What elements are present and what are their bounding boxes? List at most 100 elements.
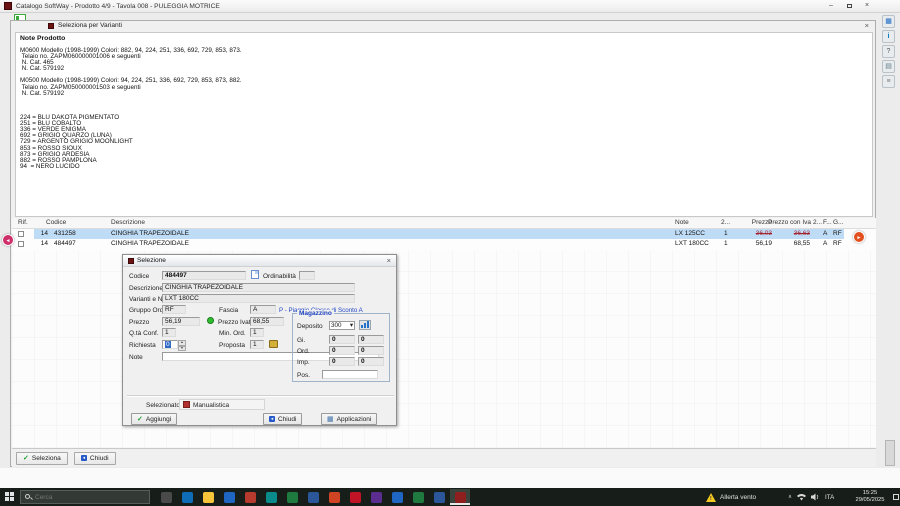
dialog-title: Selezione (137, 257, 166, 264)
applicazioni-label: Applicazioni (337, 416, 372, 423)
desktop-strip: Carlo Vincetti (0, 468, 900, 488)
taskbar-app-icon[interactable] (345, 489, 365, 505)
chevron-up-icon[interactable]: ∧ (788, 494, 792, 500)
prev-arrow-button[interactable]: ◄ (2, 234, 14, 246)
row-checkbox[interactable] (18, 241, 24, 247)
descrizione-field: CINGHIA TRAPEZOIDALE (162, 283, 355, 292)
cell-descrizione: CINGHIA TRAPEZOIDALE (111, 239, 189, 249)
taskbar-app-icons (156, 489, 470, 505)
app-title: Catalogo SoftWay - Prodotto 4/9 - Tavola… (16, 3, 220, 10)
taskbar-app-icon[interactable] (387, 489, 407, 505)
manualistica-label: Manualistica (193, 402, 229, 409)
dialog-chiudi-button[interactable]: ◄ Chiudi (263, 413, 302, 425)
col-codice[interactable]: Codice (46, 218, 66, 228)
col-prezzo[interactable]: Prezzo (730, 218, 772, 228)
richiesta-stepper[interactable]: ▲ ▼ (178, 340, 186, 349)
richiesta-field[interactable]: 0 (162, 340, 178, 349)
table-row[interactable]: 14 431258 CINGHIA TRAPEZOIDALE LX 125CC … (12, 229, 876, 239)
col-s[interactable]: 2... (813, 218, 822, 228)
info-icon[interactable]: i (882, 30, 895, 43)
next-arrow-button[interactable]: ► (853, 231, 865, 243)
taskbar-app-icon[interactable] (198, 489, 218, 505)
variant-window-close-icon[interactable]: × (865, 21, 869, 30)
list-icon[interactable]: ▤ (882, 60, 895, 73)
variant-window-titlebar: Seleziona per Varianti × (11, 21, 875, 32)
wifi-icon[interactable] (797, 493, 806, 501)
chevron-down-icon: ▾ (350, 322, 353, 329)
check-icon: ✓ (23, 454, 29, 462)
table-header: Rif. Codice Descrizione Note 2... Prezzo… (12, 218, 876, 229)
col-g[interactable]: G... (833, 218, 843, 228)
qta-conf-field: 1 (162, 328, 176, 337)
col-descrizione[interactable]: Descrizione (111, 218, 145, 228)
fascia-label: Fascia (219, 307, 238, 314)
prezzo-ivato-label: Prezzo Ivato (218, 319, 254, 326)
taskbar-search[interactable] (20, 490, 150, 504)
chart-icon[interactable] (359, 320, 371, 330)
col-note[interactable]: Note (675, 218, 689, 228)
cell-g: RF (833, 229, 842, 239)
ordinabilita-field[interactable] (299, 271, 315, 280)
taskbar-app-icon[interactable] (156, 489, 176, 505)
cell-f: A (823, 239, 827, 249)
col-f[interactable]: F... (823, 218, 832, 228)
taskbar-app-icon[interactable] (261, 489, 281, 505)
taskbar-app-icon[interactable] (303, 489, 323, 505)
weather-widget[interactable]: ! Allerta vento (706, 488, 756, 506)
menu-icon[interactable]: ≡ (882, 75, 895, 88)
deposito-label: Deposito (297, 323, 323, 330)
volume-icon[interactable] (811, 493, 820, 501)
taskbar-app-icon[interactable] (177, 489, 197, 505)
codice-field: 484497 (162, 271, 246, 280)
taskbar-app-icon[interactable] (429, 489, 449, 505)
chiudi-button[interactable]: ◄ Chiudi (74, 452, 116, 465)
help-icon[interactable]: ? (882, 45, 895, 58)
pos-field[interactable] (322, 370, 378, 379)
purse-icon[interactable] (269, 340, 278, 348)
row-checkbox[interactable] (18, 231, 24, 237)
gruppo-field: RF (162, 305, 186, 314)
taskbar-app-icon-active[interactable] (450, 489, 470, 505)
cell-rif: 14 (26, 229, 48, 239)
document-icon-fold (255, 271, 258, 274)
taskbar-clock[interactable]: 15:25 29/05/2025 (849, 490, 891, 504)
minimize-button[interactable]: – (826, 1, 836, 11)
taskbar-app-icon[interactable] (282, 489, 302, 505)
taskbar-app-icon[interactable] (219, 489, 239, 505)
applicazioni-button[interactable]: ▦ Applicazioni (321, 413, 377, 425)
scrollbar-thumb[interactable] (885, 440, 895, 466)
chart-bar (367, 321, 369, 328)
maximize-button[interactable] (844, 1, 854, 11)
taskbar-app-icon[interactable] (366, 489, 386, 505)
grid-icon[interactable]: ▦ (882, 15, 895, 28)
varianti-field: LXT 180CC (162, 294, 355, 303)
document-icon[interactable] (251, 270, 259, 279)
gi-label: Gi. (297, 337, 305, 344)
taskbar-app-icon[interactable] (408, 489, 428, 505)
col-q[interactable]: 2... (721, 218, 730, 228)
deposito-select[interactable]: 300 ▾ (329, 321, 355, 330)
close-button[interactable]: × (862, 1, 872, 11)
col-rif[interactable]: Rif. (18, 218, 28, 228)
start-button[interactable] (5, 492, 15, 502)
imp-field-1: 0 (329, 357, 355, 366)
ord-label: Ord. (297, 348, 310, 355)
cell-descrizione: CINGHIA TRAPEZOIDALE (111, 229, 189, 239)
proposta-field: 1 (250, 340, 264, 349)
action-center-icon[interactable] (893, 494, 899, 500)
exit-icon: ◄ (81, 455, 87, 461)
seleziona-label: Seleziona (32, 455, 61, 462)
dialog-close-icon[interactable]: × (387, 256, 391, 265)
seleziona-button[interactable]: ✓ Seleziona (16, 452, 68, 465)
table-row[interactable]: 14 484497 CINGHIA TRAPEZOIDALE LXT 180CC… (12, 239, 876, 249)
cell-prezzo-iva: 68,55 (768, 239, 810, 249)
language-indicator[interactable]: ITA (825, 494, 834, 501)
col-prezzo-iva[interactable]: Prezzo con Iva (768, 218, 810, 228)
taskbar-app-icon[interactable] (240, 489, 260, 505)
search-input[interactable] (35, 494, 135, 501)
clock-time: 15:25 (849, 490, 891, 497)
spin-down-icon[interactable]: ▼ (178, 346, 186, 352)
aggiungi-button[interactable]: ✓ Aggiungi (131, 413, 177, 425)
ordinabilita-label: Ordinabilità (263, 273, 296, 280)
taskbar-app-icon[interactable] (324, 489, 344, 505)
